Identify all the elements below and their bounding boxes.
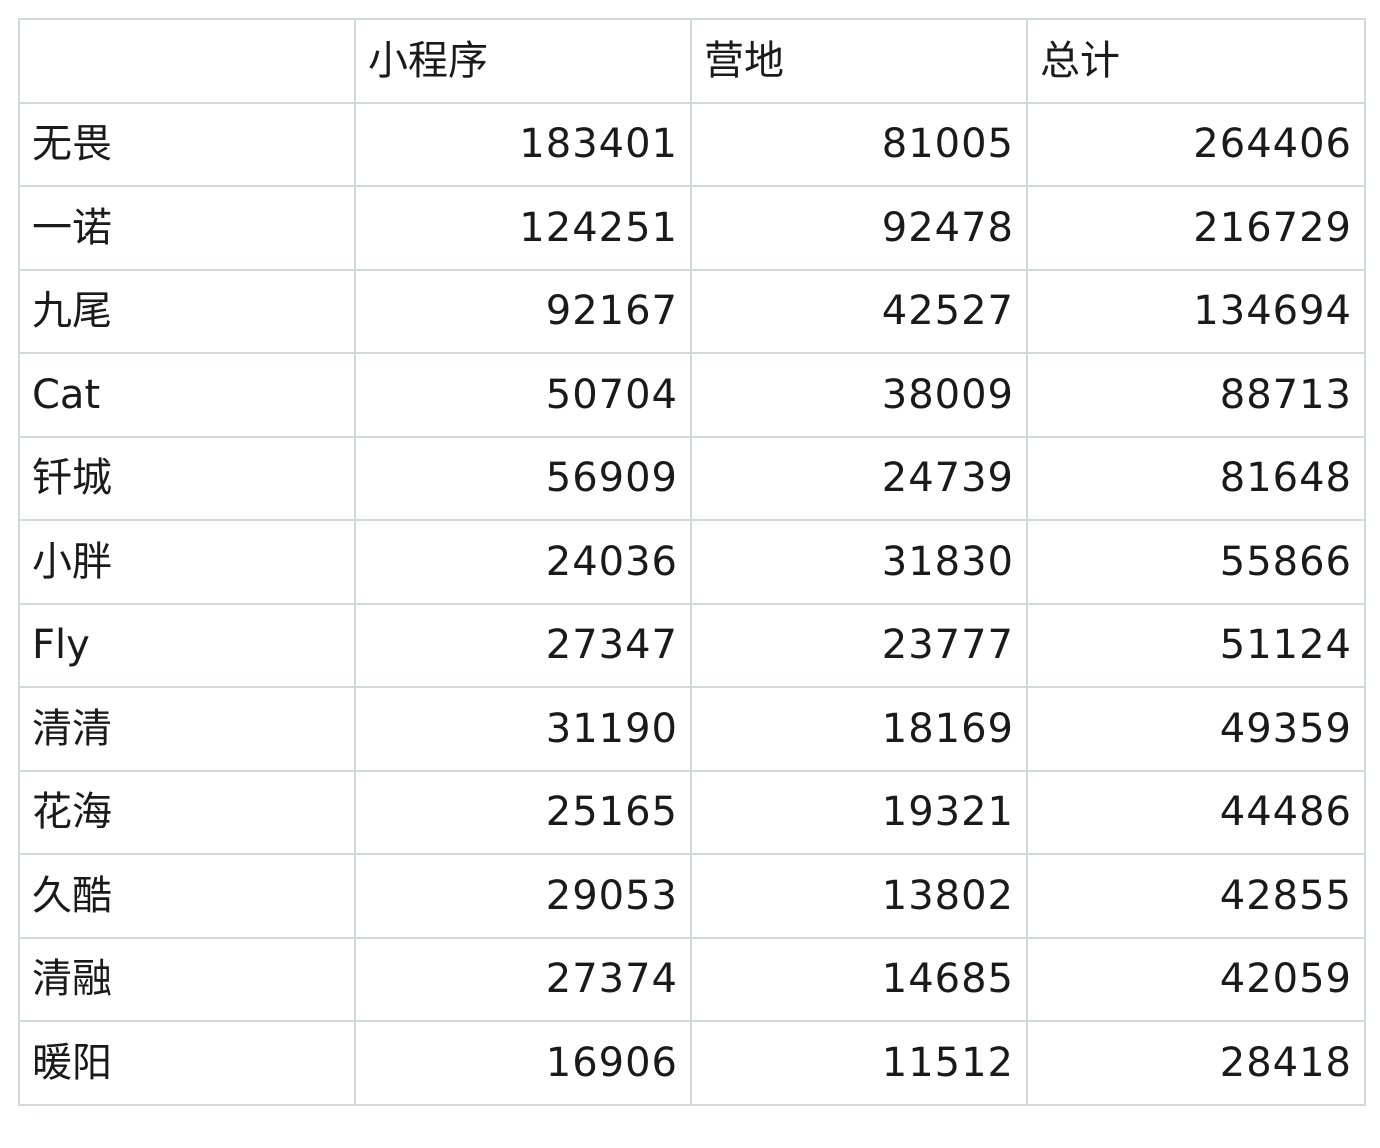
row-camp-cell: 14685 (690, 936, 1028, 1022)
data-table: 小程序 营地 总计 无畏 183401 81005 264406 一诺 124251 924… (18, 18, 1366, 1106)
row-name-cell: 一诺 (18, 185, 356, 271)
row-camp-cell: 19321 (690, 769, 1028, 855)
row-total-cell: 88713 (1026, 352, 1366, 438)
row-name-cell: 九尾 (18, 268, 356, 354)
row-camp-cell: 13802 (690, 853, 1028, 939)
table-row: Cat 50704 38009 88713 (18, 352, 1366, 438)
header-cell-camp: 营地 (690, 18, 1028, 104)
row-miniprogram-cell: 92167 (354, 268, 692, 354)
row-name-cell: 清融 (18, 936, 356, 1022)
row-miniprogram-cell: 124251 (354, 185, 692, 271)
row-name-cell: 花海 (18, 769, 356, 855)
row-miniprogram-cell: 27347 (354, 602, 692, 688)
table-row: 无畏 183401 81005 264406 (18, 101, 1366, 187)
header-cell-miniprogram: 小程序 (354, 18, 692, 104)
table-row: Fly 27347 23777 51124 (18, 602, 1366, 688)
row-miniprogram-cell: 183401 (354, 101, 692, 187)
row-miniprogram-cell: 50704 (354, 352, 692, 438)
row-camp-cell: 11512 (690, 1020, 1028, 1106)
row-camp-cell: 24739 (690, 435, 1028, 521)
header-row: 小程序 营地 总计 (18, 18, 1366, 104)
row-total-cell: 134694 (1026, 268, 1366, 354)
row-total-cell: 49359 (1026, 686, 1366, 772)
row-camp-cell: 92478 (690, 185, 1028, 271)
row-name-cell: 清清 (18, 686, 356, 772)
row-name-cell: Fly (18, 602, 356, 688)
page: 小程序 营地 总计 无畏 183401 81005 264406 一诺 124251 924… (0, 0, 1380, 1148)
row-miniprogram-cell: 31190 (354, 686, 692, 772)
row-name-cell: 无畏 (18, 101, 356, 187)
row-camp-cell: 31830 (690, 519, 1028, 605)
row-name-cell: Cat (18, 352, 356, 438)
row-name-cell: 暖阳 (18, 1020, 356, 1106)
row-name-cell: 久酷 (18, 853, 356, 939)
row-camp-cell: 18169 (690, 686, 1028, 772)
row-camp-cell: 23777 (690, 602, 1028, 688)
row-miniprogram-cell: 29053 (354, 853, 692, 939)
table-row: 钎城 56909 24739 81648 (18, 435, 1366, 521)
table-row: 清融 27374 14685 42059 (18, 936, 1366, 1022)
row-miniprogram-cell: 25165 (354, 769, 692, 855)
row-miniprogram-cell: 56909 (354, 435, 692, 521)
row-total-cell: 51124 (1026, 602, 1366, 688)
table-row: 久酷 29053 13802 42855 (18, 853, 1366, 939)
row-miniprogram-cell: 16906 (354, 1020, 692, 1106)
table-row: 一诺 124251 92478 216729 (18, 185, 1366, 271)
row-total-cell: 216729 (1026, 185, 1366, 271)
row-total-cell: 42855 (1026, 853, 1366, 939)
row-miniprogram-cell: 27374 (354, 936, 692, 1022)
row-total-cell: 264406 (1026, 101, 1366, 187)
table-body: 无畏 183401 81005 264406 一诺 124251 92478 216729 九尾… (18, 101, 1366, 1106)
table-row: 暖阳 16906 11512 28418 (18, 1020, 1366, 1106)
row-name-cell: 钎城 (18, 435, 356, 521)
row-miniprogram-cell: 24036 (354, 519, 692, 605)
row-camp-cell: 81005 (690, 101, 1028, 187)
row-total-cell: 42059 (1026, 936, 1366, 1022)
table-row: 九尾 92167 42527 134694 (18, 268, 1366, 354)
row-total-cell: 81648 (1026, 435, 1366, 521)
table-row: 小胖 24036 31830 55866 (18, 519, 1366, 605)
table-row: 清清 31190 18169 49359 (18, 686, 1366, 772)
row-camp-cell: 42527 (690, 268, 1028, 354)
row-total-cell: 44486 (1026, 769, 1366, 855)
table-row: 花海 25165 19321 44486 (18, 769, 1366, 855)
table-header: 小程序 营地 总计 (18, 18, 1366, 104)
row-name-cell: 小胖 (18, 519, 356, 605)
header-cell-total: 总计 (1026, 18, 1366, 104)
row-total-cell: 55866 (1026, 519, 1366, 605)
row-camp-cell: 38009 (690, 352, 1028, 438)
header-cell-empty (18, 18, 356, 104)
row-total-cell: 28418 (1026, 1020, 1366, 1106)
